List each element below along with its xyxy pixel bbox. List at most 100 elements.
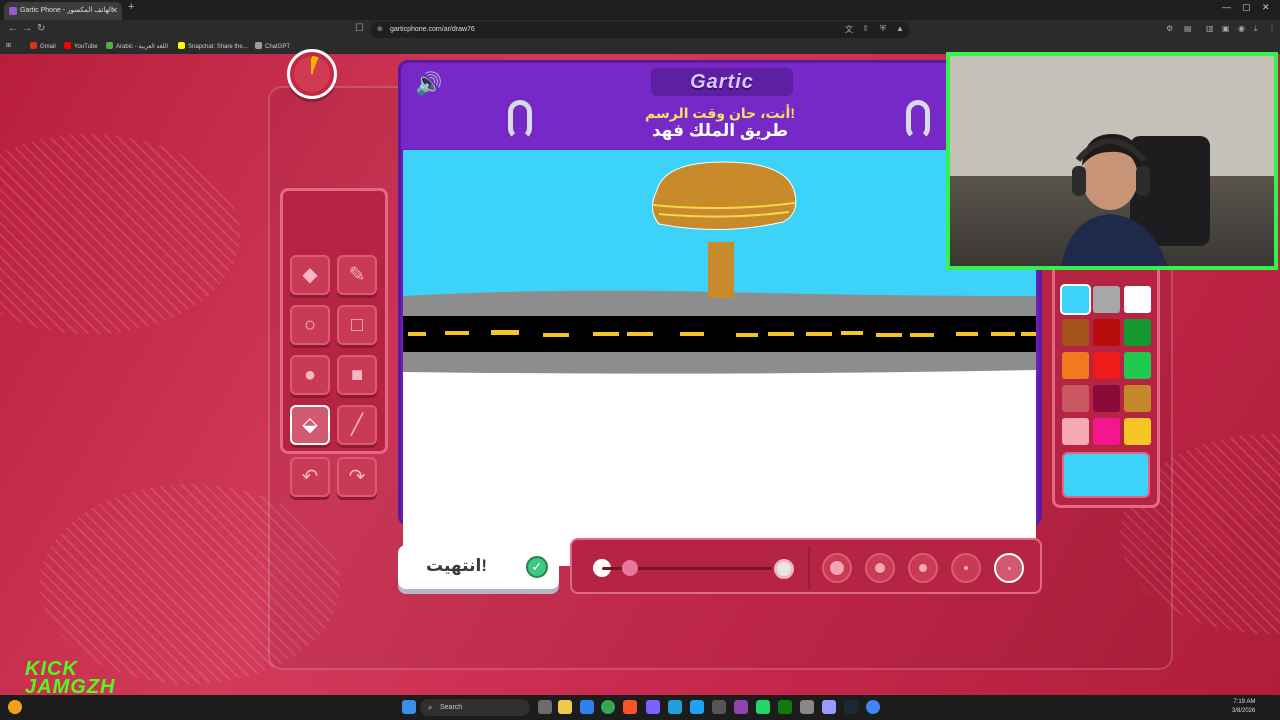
bookmark-chatgpt[interactable]: ChatGPT xyxy=(255,42,290,50)
color-swatch[interactable] xyxy=(1062,385,1089,412)
brush-dot-icon xyxy=(830,561,844,575)
brave-icon[interactable] xyxy=(623,700,637,714)
drawing-canvas[interactable] xyxy=(403,150,1036,566)
browser-tab[interactable]: Gartic Phone - الهاتف المكسور ✕ xyxy=(4,2,122,20)
webcam-person xyxy=(1061,134,1168,266)
windows-start-icon[interactable] xyxy=(402,700,416,714)
app-icon[interactable] xyxy=(866,700,880,714)
binder-ring-icon xyxy=(906,100,930,140)
reload-icon[interactable]: ↻ xyxy=(37,23,45,34)
prompt-subtitle: أنت، حان وقت الرسم! xyxy=(644,105,796,121)
forward-icon[interactable]: → xyxy=(22,23,32,34)
done-button[interactable]: انتهيت! ✓ xyxy=(398,545,559,589)
app-icon[interactable] xyxy=(800,700,814,714)
drawing xyxy=(403,150,1036,374)
app-icon[interactable] xyxy=(712,700,726,714)
bookmark-snapchat[interactable]: Snapchat: Share the... xyxy=(178,42,248,50)
tab-search-icon[interactable]: ▤ xyxy=(1184,24,1192,33)
task-view-icon[interactable] xyxy=(538,700,552,714)
brush-size-m[interactable] xyxy=(908,553,938,583)
extensions-icon[interactable]: ⚙ xyxy=(1166,24,1173,33)
steam-icon[interactable] xyxy=(844,700,858,714)
color-swatch[interactable] xyxy=(1062,352,1089,379)
line-tool[interactable]: ╱ xyxy=(337,405,377,445)
brush-size-s[interactable] xyxy=(951,553,981,583)
bookmark-arabic[interactable]: Arabic - اللغة العربية xyxy=(106,42,168,50)
eraser-icon: ◆ xyxy=(302,264,318,286)
bookmark-youtube[interactable]: YouTube xyxy=(64,42,98,50)
color-swatch[interactable] xyxy=(1124,319,1151,346)
store-icon[interactable] xyxy=(580,700,594,714)
brush-settings-bar xyxy=(570,538,1042,594)
wallet-icon[interactable]: ▣ xyxy=(1222,24,1230,33)
color-swatch[interactable] xyxy=(1124,352,1151,379)
rectangle-filled-tool[interactable]: ■ xyxy=(337,355,377,395)
whatsapp-icon[interactable] xyxy=(756,700,770,714)
telegram-icon[interactable] xyxy=(668,700,682,714)
profile-icon[interactable]: ◉ xyxy=(1238,24,1245,33)
sidebar-icon[interactable]: ▥ xyxy=(1206,24,1214,33)
close-window-icon[interactable]: ✕ xyxy=(1262,2,1270,13)
color-swatch[interactable] xyxy=(1093,352,1120,379)
brush-size-l[interactable] xyxy=(865,553,895,583)
timer-icon xyxy=(287,49,337,99)
system-clock[interactable]: 7:19 AM 3/8/2026 xyxy=(1232,698,1255,716)
color-swatch[interactable] xyxy=(1124,286,1151,313)
redo-button[interactable]: ↷ xyxy=(337,457,377,497)
sound-icon[interactable]: 🔊 xyxy=(415,71,442,97)
color-swatch[interactable] xyxy=(1062,418,1089,445)
brush-dot-icon xyxy=(1008,567,1011,570)
brush-size-xl[interactable] xyxy=(822,553,852,583)
divider xyxy=(808,546,810,590)
premiere-icon[interactable] xyxy=(822,700,836,714)
maximize-icon[interactable]: ▢ xyxy=(1242,2,1251,13)
browser-toolbar: ← → ↻ ☐ ⊕ garticphone.com/ar/draw76 文 ⇪ … xyxy=(0,20,1280,40)
excel-icon[interactable] xyxy=(778,700,792,714)
minimize-icon[interactable]: — xyxy=(1222,2,1231,12)
alert-icon[interactable]: ▲ xyxy=(896,24,904,33)
color-swatch[interactable] xyxy=(1093,286,1120,313)
rectangle-outline-tool[interactable]: □ xyxy=(337,305,377,345)
circle-filled-icon: ● xyxy=(303,364,317,386)
share-icon[interactable]: ⇪ xyxy=(862,24,869,33)
color-swatch[interactable] xyxy=(1062,319,1089,346)
bookmark-star-icon[interactable]: ☐ xyxy=(355,23,364,34)
color-swatch[interactable] xyxy=(1093,385,1120,412)
color-swatch[interactable] xyxy=(1060,284,1091,315)
color-swatch[interactable] xyxy=(1124,385,1151,412)
color-swatch[interactable] xyxy=(1124,418,1151,445)
undo-button[interactable]: ↶ xyxy=(290,457,330,497)
eraser-tool[interactable]: ◆ xyxy=(290,255,330,295)
prompt-phrase: طريق الملك فهد xyxy=(651,121,789,140)
color-swatch[interactable] xyxy=(1093,319,1120,346)
fill-bucket-tool[interactable]: ⬙ xyxy=(290,405,330,445)
file-explorer-icon[interactable] xyxy=(558,700,572,714)
site-info-icon[interactable]: ⊕ xyxy=(377,22,383,38)
chrome-icon[interactable] xyxy=(601,700,615,714)
address-bar[interactable]: ⊕ garticphone.com/ar/draw76 xyxy=(370,22,910,38)
brush-size-xs[interactable] xyxy=(994,553,1024,583)
translate-icon[interactable]: 文 xyxy=(845,24,853,35)
ellipse-outline-tool[interactable]: ○ xyxy=(290,305,330,345)
back-icon[interactable]: ← xyxy=(8,23,18,34)
redo-icon: ↷ xyxy=(348,466,366,488)
color-swatch[interactable] xyxy=(1093,418,1120,445)
menu-icon[interactable]: ⋮ xyxy=(1268,24,1276,33)
app-icon[interactable] xyxy=(690,700,704,714)
apps-icon[interactable]: ⊞ xyxy=(6,42,11,49)
app-icon[interactable] xyxy=(734,700,748,714)
download-icon[interactable]: ⤓ xyxy=(1254,24,1258,34)
bookmark-gmail[interactable]: Gmail xyxy=(30,42,56,50)
weather-icon[interactable] xyxy=(8,700,22,714)
taskbar-search[interactable]: ⌕ Search xyxy=(420,699,530,716)
pen-tool[interactable]: ✎ xyxy=(337,255,377,295)
windows-taskbar: ⌕ Search 7:19 AM 3/8/2026 xyxy=(0,695,1280,720)
new-tab-button[interactable]: + xyxy=(128,1,134,13)
shield-icon[interactable]: ⛨ xyxy=(880,24,886,34)
gmail-icon xyxy=(30,42,37,49)
close-tab-icon[interactable]: ✕ xyxy=(111,2,118,20)
ellipse-filled-tool[interactable]: ● xyxy=(290,355,330,395)
tab-title: Gartic Phone - الهاتف المكسور xyxy=(20,7,113,14)
opacity-slider-handle[interactable] xyxy=(622,560,638,576)
app-icon[interactable] xyxy=(646,700,660,714)
